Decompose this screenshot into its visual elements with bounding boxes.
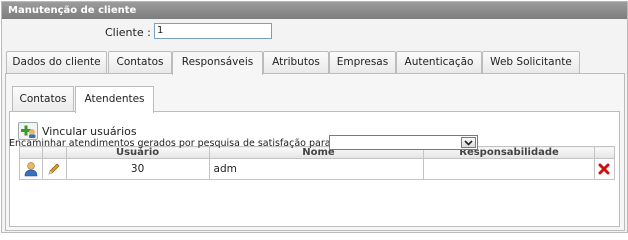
tab-web-solicitante[interactable]: Web Solicitante: [482, 51, 580, 73]
cell-usuario: 30: [65, 158, 210, 180]
cliente-row: Cliente : 1: [2, 23, 627, 41]
responsaveis-content: Contatos Atendentes Vincular usuários Us…: [5, 73, 625, 231]
subtab-contatos[interactable]: Contatos: [12, 86, 74, 111]
cell-responsabilidade: [423, 158, 595, 180]
tab-empresas[interactable]: Empresas: [329, 51, 396, 73]
encaminhar-label: Encaminhar atendimentos gerados por pesq…: [9, 138, 337, 149]
chevron-down-icon[interactable]: [461, 137, 476, 148]
edit-icon[interactable]: [42, 158, 67, 180]
main-panel: Manutenção de cliente Cliente : 1 Dados …: [1, 1, 628, 233]
tab-responsaveis[interactable]: Responsáveis: [172, 51, 263, 75]
delete-icon[interactable]: [593, 158, 616, 180]
tab-contatos[interactable]: Contatos: [108, 51, 172, 73]
subtab-atendentes[interactable]: Atendentes: [75, 86, 154, 113]
tab-dados-do-cliente[interactable]: Dados do cliente: [6, 51, 107, 73]
atendentes-table: Usuário Nome Responsabilidade 30 adm: [18, 146, 616, 180]
window-title: Manutenção de cliente: [2, 2, 627, 19]
header-delete-col: [593, 146, 616, 159]
cliente-label: Cliente :: [105, 26, 151, 39]
atendentes-content: Vincular usuários Usuário Nome Responsab…: [9, 111, 620, 227]
table-row: 30 adm: [18, 158, 616, 180]
cell-nome: adm: [208, 158, 425, 180]
cliente-input[interactable]: 1: [154, 23, 272, 39]
tab-autenticacao[interactable]: Autenticação: [396, 51, 482, 73]
vincular-usuarios-label: Vincular usuários: [42, 125, 137, 138]
encaminhar-select[interactable]: [329, 135, 478, 150]
tab-atributos[interactable]: Atributos: [263, 51, 329, 73]
user-icon[interactable]: [18, 158, 44, 180]
